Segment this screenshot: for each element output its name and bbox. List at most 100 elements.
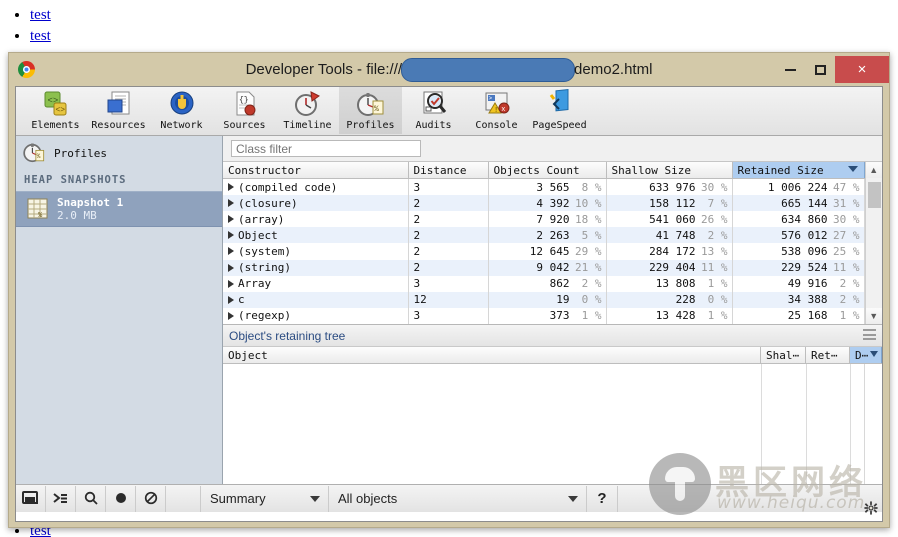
retain-column-shallow[interactable]: Shal⋯: [761, 347, 806, 363]
heap-grid-body: (compiled code) 3 3 565 8 % 633 976 30 % 1…: [223, 178, 865, 324]
tab-console[interactable]: > ! x Console: [465, 87, 528, 134]
tab-sources[interactable]: {} Sources: [213, 87, 276, 134]
cell-distance: 2: [408, 211, 489, 228]
tab-timeline[interactable]: Timeline: [276, 87, 339, 134]
expand-triangle-icon[interactable]: [228, 183, 234, 192]
test-link[interactable]: test: [30, 28, 51, 44]
profiles-content: Constructor Distance Objects Count Shall…: [223, 136, 882, 484]
column-divider: [850, 364, 851, 484]
dock-panel-button[interactable]: [16, 485, 46, 512]
column-header-shallow-size[interactable]: Shallow Size: [606, 162, 733, 179]
view-select[interactable]: Summary: [201, 485, 329, 512]
retained-size-value: 1 006 224: [767, 180, 828, 194]
table-row[interactable]: (compiled code) 3 3 565 8 % 633 976 30 % 1…: [223, 178, 865, 196]
objects-count-pct: 21 %: [575, 261, 602, 275]
cell-objects-count: 3 565 8 %: [488, 178, 607, 196]
column-header-retained-size[interactable]: Retained Size: [732, 162, 865, 179]
cell-shallow-size: 13 428 1 %: [606, 307, 733, 324]
retain-column-object[interactable]: Object: [223, 347, 761, 363]
retaining-tree-scrollbar[interactable]: [864, 364, 882, 484]
svg-text:>: >: [488, 95, 492, 102]
table-row[interactable]: Object 2 2 263 5 % 41 748 2 % 576 012 27 %: [223, 227, 865, 244]
snapshot-icon: %: [26, 197, 50, 221]
retain-column-retained[interactable]: Ret⋯: [806, 347, 850, 363]
svg-text:!: !: [494, 107, 498, 115]
close-button[interactable]: ×: [835, 56, 889, 83]
scrollbar-thumb[interactable]: [867, 182, 881, 208]
record-button[interactable]: [106, 485, 136, 512]
tab-audits[interactable]: Audits: [402, 87, 465, 134]
column-header-retained-size-label: Retained Size: [737, 163, 824, 177]
constructor-label: (compiled code): [238, 180, 338, 194]
retained-size-pct: 11 %: [833, 261, 860, 275]
retained-size-pct: 2 %: [839, 293, 860, 307]
expand-triangle-icon[interactable]: [228, 199, 234, 208]
shallow-size-value: 13 808: [655, 277, 696, 291]
tab-profiles[interactable]: % Profiles: [339, 87, 402, 134]
cell-retained-size: 34 388 2 %: [732, 291, 865, 308]
shallow-size-value: 41 748: [655, 228, 696, 242]
screen: test test test test Developer Tools - fi…: [0, 0, 898, 537]
column-header-constructor[interactable]: Constructor: [223, 162, 409, 179]
panel-menu-icon[interactable]: [863, 329, 876, 340]
table-row[interactable]: (string) 2 9 042 21 % 229 404 11 % 229 524…: [223, 259, 865, 276]
class-filter-input[interactable]: [231, 140, 421, 157]
cell-constructor: Object: [223, 227, 409, 244]
cell-distance: 3: [408, 178, 489, 196]
cell-distance: 2: [408, 227, 489, 244]
tab-elements[interactable]: <> <> Elements: [24, 87, 87, 134]
expand-triangle-icon[interactable]: [228, 311, 234, 320]
scroll-up-arrow-icon[interactable]: ▲: [865, 162, 882, 178]
shallow-size-pct: 30 %: [701, 180, 728, 194]
tab-network[interactable]: Network: [150, 87, 213, 134]
cell-distance: 2: [408, 259, 489, 276]
maximize-button[interactable]: [805, 56, 835, 83]
expand-triangle-icon[interactable]: [228, 295, 234, 304]
tab-pagespeed[interactable]: PageSpeed: [528, 87, 591, 134]
title-bar[interactable]: Developer Tools - file:/// demo2.html ×: [9, 53, 889, 86]
help-button[interactable]: ?: [587, 485, 618, 512]
shallow-size-pct: 1 %: [707, 277, 728, 291]
retain-column-distance[interactable]: D⋯: [850, 347, 882, 363]
expand-triangle-icon[interactable]: [228, 215, 234, 224]
table-row[interactable]: (array) 2 7 920 18 % 541 060 26 % 634 860 3…: [223, 211, 865, 228]
redaction-box: [401, 57, 576, 82]
retaining-tree-body[interactable]: [223, 364, 882, 484]
clear-button[interactable]: [136, 485, 166, 512]
expand-triangle-icon[interactable]: [228, 263, 234, 272]
sidebar-item-snapshot-1[interactable]: % Snapshot 1 2.0 MB: [16, 191, 222, 227]
cell-objects-count: 7 920 18 %: [488, 211, 607, 228]
table-row[interactable]: (system) 2 12 645 29 % 284 172 13 % 538 09…: [223, 243, 865, 260]
retain-column-distance-label: D⋯: [855, 348, 869, 362]
expand-triangle-icon[interactable]: [228, 247, 234, 256]
objects-count-pct: 1 %: [581, 309, 602, 323]
retained-size-pct: 47 %: [833, 180, 860, 194]
expand-triangle-icon[interactable]: [228, 279, 234, 288]
console-drawer-button[interactable]: [46, 485, 76, 512]
cell-constructor: Array: [223, 275, 409, 292]
test-link[interactable]: test: [30, 7, 51, 23]
objects-count-value: 19: [556, 293, 570, 307]
constructor-label: Object: [238, 228, 278, 242]
heap-grid-scrollbar[interactable]: ▲ ▼: [864, 162, 882, 324]
search-button[interactable]: [76, 485, 106, 512]
sidebar-header: % Profiles: [16, 136, 222, 167]
expand-triangle-icon[interactable]: [228, 231, 234, 240]
column-header-objects-count[interactable]: Objects Count: [488, 162, 607, 179]
window-title-prefix: Developer Tools - file:///: [245, 61, 403, 78]
scroll-down-arrow-icon[interactable]: ▼: [865, 308, 882, 324]
maximize-icon: [814, 64, 826, 75]
table-row[interactable]: (regexp) 3 373 1 % 13 428 1 % 25 168 1 %: [223, 307, 865, 324]
settings-gear-icon[interactable]: [864, 501, 878, 515]
shallow-size-pct: 0 %: [707, 293, 728, 307]
minimize-button[interactable]: [775, 56, 805, 83]
table-row[interactable]: c 12 19 0 % 228 0 % 34 388 2 %: [223, 291, 865, 308]
snapshot-name: Snapshot 1: [57, 196, 124, 209]
column-divider: [761, 364, 762, 484]
table-row[interactable]: (closure) 2 4 392 10 % 158 112 7 % 665 144…: [223, 195, 865, 212]
tab-resources[interactable]: Resources: [87, 87, 150, 134]
scope-select[interactable]: All objects: [329, 485, 587, 512]
search-icon: [84, 491, 98, 505]
table-row[interactable]: Array 3 862 2 % 13 808 1 % 49 916 2 %: [223, 275, 865, 292]
column-header-distance[interactable]: Distance: [408, 162, 489, 179]
